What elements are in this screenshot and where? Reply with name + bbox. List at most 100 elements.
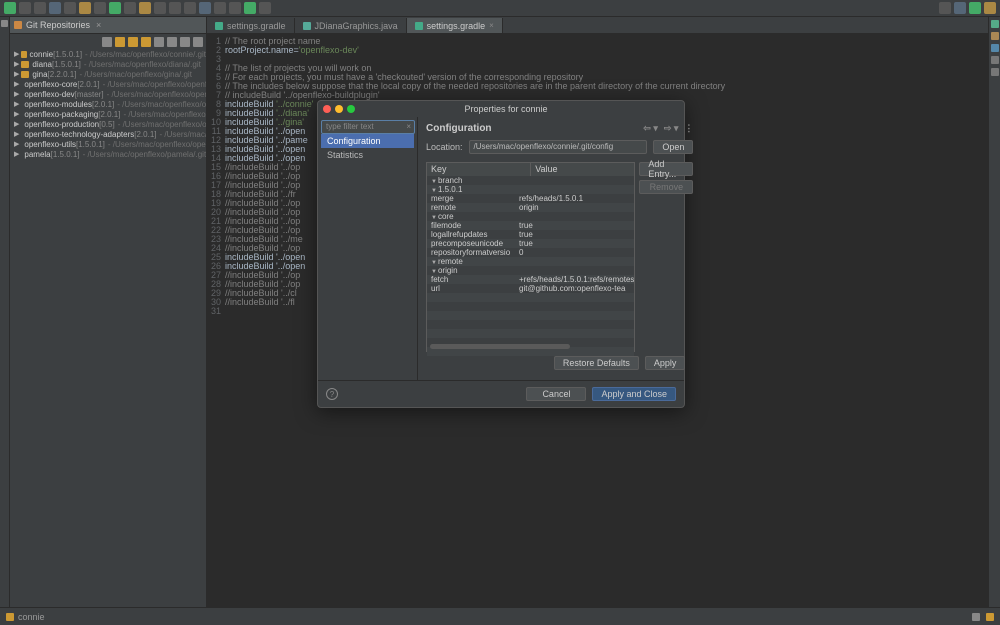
- table-row[interactable]: mergerefs/heads/1.5.0.1: [427, 194, 634, 203]
- gutter-icon[interactable]: [991, 56, 999, 64]
- column-value[interactable]: Value: [531, 163, 634, 176]
- toolbar-icon[interactable]: [109, 2, 121, 14]
- status-icon[interactable]: [986, 613, 994, 621]
- add-entry-button[interactable]: Add Entry...: [639, 162, 693, 176]
- apply-button[interactable]: Apply: [645, 356, 686, 370]
- table-row[interactable]: ▼origin: [427, 266, 634, 275]
- main-toolbar: [0, 0, 1000, 17]
- refresh-icon[interactable]: [128, 37, 138, 47]
- gutter-icon[interactable]: [991, 44, 999, 52]
- icon[interactable]: [141, 37, 151, 47]
- dialog-sidebar: type filter text × ConfigurationStatisti…: [318, 117, 418, 380]
- view-tab[interactable]: Git Repositories ×: [10, 17, 206, 34]
- gutter-icon[interactable]: [991, 68, 999, 76]
- menu-icon[interactable]: ⋮: [684, 123, 693, 134]
- help-icon[interactable]: ?: [326, 388, 338, 400]
- table-row[interactable]: remoteorigin: [427, 203, 634, 212]
- gutter-icon[interactable]: [991, 20, 999, 28]
- category-item[interactable]: Statistics: [321, 148, 414, 162]
- toolbar-icon[interactable]: [139, 2, 151, 14]
- close-window-icon[interactable]: [323, 105, 331, 113]
- editor-tabs: settings.gradleJDianaGraphics.javasettin…: [207, 17, 988, 34]
- table-row[interactable]: filemodetrue: [427, 221, 634, 230]
- toolbar-icon[interactable]: [954, 2, 966, 14]
- toolbar-icon[interactable]: [94, 2, 106, 14]
- toolbar-icon[interactable]: [184, 2, 196, 14]
- repo-item[interactable]: ▶openflexo-packaging [2.0.1]- /Users/mac…: [12, 109, 206, 119]
- repo-item[interactable]: ▶gina [2.2.0.1]- /Users/mac/openflexo/gi…: [12, 69, 206, 79]
- collapse-icon[interactable]: [102, 37, 112, 47]
- gutter-icon[interactable]: [991, 32, 999, 40]
- clear-icon[interactable]: ×: [406, 122, 411, 131]
- dialog-title: Properties for connie: [333, 104, 679, 114]
- repo-item[interactable]: ▶openflexo-core [2.0.1]- /Users/mac/open…: [12, 79, 206, 89]
- repo-item[interactable]: ▶pamela [1.5.0.1]- /Users/mac/openflexo/…: [12, 149, 206, 159]
- toolbar-icon[interactable]: [34, 2, 46, 14]
- toolbar-icon[interactable]: [4, 2, 16, 14]
- repo-item[interactable]: ▶openflexo-utils [1.5.0.1]- /Users/mac/o…: [12, 139, 206, 149]
- restore-defaults-button[interactable]: Restore Defaults: [554, 356, 639, 370]
- open-button[interactable]: Open: [653, 140, 693, 154]
- toolbar-icon[interactable]: [199, 2, 211, 14]
- view-title: Git Repositories: [26, 20, 90, 30]
- dialog-titlebar[interactable]: Properties for connie: [318, 101, 684, 117]
- filter-input[interactable]: type filter text ×: [321, 120, 415, 134]
- icon[interactable]: [180, 37, 190, 47]
- toolbar-icon[interactable]: [259, 2, 271, 14]
- table-row[interactable]: urlgit@github.com:openflexo-tea: [427, 284, 634, 293]
- section-title: Configuration: [426, 123, 492, 134]
- table-row[interactable]: ▼1.5.0.1: [427, 185, 634, 194]
- category-item[interactable]: Configuration: [321, 134, 414, 148]
- cancel-button[interactable]: Cancel: [526, 387, 586, 401]
- repo-item[interactable]: ▶openflexo-modules [2.0.1]- /Users/mac/o…: [12, 99, 206, 109]
- toolbar-icon[interactable]: [124, 2, 136, 14]
- editor-tab[interactable]: JDianaGraphics.java: [295, 18, 407, 33]
- table-row[interactable]: ▼remote: [427, 257, 634, 266]
- toolbar-icon[interactable]: [154, 2, 166, 14]
- editor-tab[interactable]: settings.gradle×: [407, 18, 503, 33]
- link-icon[interactable]: [115, 37, 125, 47]
- dialog-content: Configuration ⇦ ▾ ⇨ ▾ ⋮ Location: /Users…: [418, 117, 701, 380]
- toolbar-icon[interactable]: [244, 2, 256, 14]
- table-row[interactable]: repositoryformatversio0: [427, 248, 634, 257]
- toolbar-icon[interactable]: [64, 2, 76, 14]
- icon[interactable]: [167, 37, 177, 47]
- toolbar-icon[interactable]: [969, 2, 981, 14]
- repo-item[interactable]: ▶openflexo-technology-adapters [2.0.1]- …: [12, 129, 206, 139]
- view-toolbar: [10, 34, 206, 49]
- apply-and-close-button[interactable]: Apply and Close: [592, 387, 676, 401]
- close-icon[interactable]: ×: [96, 20, 101, 30]
- search-icon[interactable]: [939, 2, 951, 14]
- table-row[interactable]: logallrefupdatestrue: [427, 230, 634, 239]
- config-table[interactable]: Key Value ▼branch▼1.5.0.1mergerefs/heads…: [426, 162, 635, 352]
- perspective-icon[interactable]: [984, 2, 996, 14]
- editor-tab[interactable]: settings.gradle: [207, 18, 295, 33]
- table-row[interactable]: fetch+refs/heads/1.5.0.1:refs/remotes: [427, 275, 634, 284]
- repo-item[interactable]: ▶openflexo-production [0.5]- /Users/mac/…: [12, 119, 206, 129]
- repo-item[interactable]: ▶openflexo-dev [master]- /Users/mac/open…: [12, 89, 206, 99]
- menu-icon[interactable]: [193, 37, 203, 47]
- location-input[interactable]: /Users/mac/openflexo/connie/.git/config: [469, 140, 648, 154]
- toolbar-icon[interactable]: [19, 2, 31, 14]
- icon[interactable]: [154, 37, 164, 47]
- repo-item[interactable]: ▶diana [1.5.0.1]- /Users/mac/openflexo/d…: [12, 59, 206, 69]
- folder-icon: [6, 613, 14, 621]
- status-bar: connie: [0, 607, 1000, 625]
- forward-icon[interactable]: ⇨ ▾: [664, 123, 679, 134]
- toolbar-icon[interactable]: [49, 2, 61, 14]
- back-icon[interactable]: ⇦ ▾: [643, 123, 658, 134]
- toolbar-icon[interactable]: [79, 2, 91, 14]
- toolbar-icon[interactable]: [229, 2, 241, 14]
- table-row[interactable]: ▼core: [427, 212, 634, 221]
- status-icon[interactable]: [972, 613, 980, 621]
- repo-item[interactable]: ▶connie [1.5.0.1]- /Users/mac/openflexo/…: [12, 49, 206, 59]
- horizontal-scrollbar[interactable]: [430, 344, 570, 349]
- properties-dialog: Properties for connie type filter text ×…: [317, 100, 685, 408]
- table-row[interactable]: ▼branch: [427, 176, 634, 185]
- gutter-icon[interactable]: [1, 20, 8, 27]
- column-key[interactable]: Key: [427, 163, 531, 176]
- toolbar-icon[interactable]: [214, 2, 226, 14]
- table-row[interactable]: precomposeunicodetrue: [427, 239, 634, 248]
- git-icon: [14, 21, 22, 29]
- toolbar-icon[interactable]: [169, 2, 181, 14]
